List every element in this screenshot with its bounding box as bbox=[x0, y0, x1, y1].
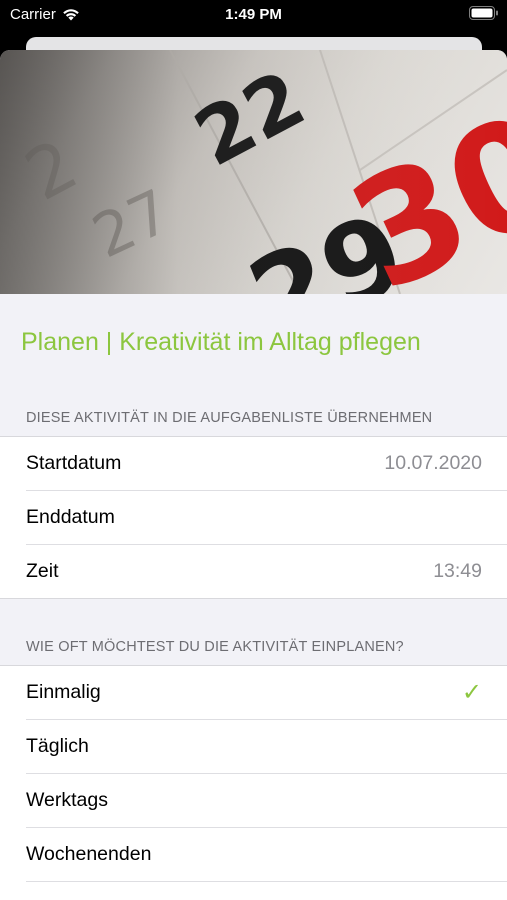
option-weekdays-label: Werktags bbox=[26, 789, 108, 811]
option-daily-label: Täglich bbox=[26, 735, 89, 757]
schedule-section-header: DIESE AKTIVITÄT IN DIE AUFGABENLISTE ÜBE… bbox=[26, 410, 433, 426]
time-row[interactable]: Zeit 13:49 bbox=[0, 544, 507, 598]
start-date-row[interactable]: Startdatum 10.07.2020 bbox=[0, 437, 507, 490]
option-more-row[interactable] bbox=[0, 881, 507, 900]
end-date-row[interactable]: Enddatum bbox=[0, 490, 507, 544]
end-date-label: Enddatum bbox=[26, 506, 115, 528]
option-weekdays-row[interactable]: Werktags bbox=[0, 773, 507, 827]
start-date-label: Startdatum bbox=[26, 452, 122, 474]
hero-image: 2 27 22 29 30 bbox=[0, 50, 507, 294]
option-weekends-label: Wochenenden bbox=[26, 843, 152, 865]
modal-sheet: 2 27 22 29 30 Planen | Kreativität im Al… bbox=[0, 50, 507, 900]
checkmark-icon: ✓ bbox=[461, 678, 482, 706]
status-bar: Carrier 1:49 PM bbox=[0, 0, 507, 32]
option-once-label: Einmalig bbox=[26, 681, 101, 703]
schedule-group: Startdatum 10.07.2020 Enddatum Zeit 13:4… bbox=[0, 436, 507, 599]
time-value: 13:49 bbox=[433, 560, 482, 582]
option-weekends-row[interactable]: Wochenenden bbox=[0, 827, 507, 881]
start-date-value: 10.07.2020 bbox=[384, 452, 482, 474]
frequency-group: Einmalig ✓ Täglich Werktags Wochenenden bbox=[0, 665, 507, 900]
time-label: Zeit bbox=[26, 560, 59, 582]
frequency-section-header: WIE OFT MÖCHTEST DU DIE AKTIVITÄT EINPLA… bbox=[26, 639, 404, 655]
battery-icon bbox=[469, 6, 499, 20]
status-time: 1:49 PM bbox=[225, 6, 282, 23]
option-daily-row[interactable]: Täglich bbox=[0, 719, 507, 773]
option-once-row[interactable]: Einmalig ✓ bbox=[0, 666, 507, 719]
page-title: Planen | Kreativität im Alltag pflegen bbox=[21, 328, 421, 356]
